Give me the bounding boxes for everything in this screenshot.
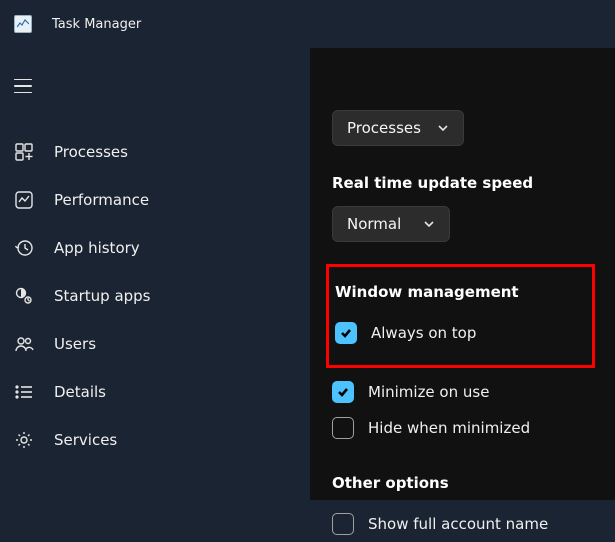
window-management-heading: Window management [335,283,582,301]
startup-apps-icon [14,286,34,306]
other-options-heading: Other options [332,474,591,492]
option-label: Hide when minimized [368,419,530,437]
performance-icon [14,190,34,210]
details-icon [14,382,34,402]
processes-icon [14,142,34,162]
nav-label: App history [54,239,140,257]
highlight-annotation: Window management Always on top [326,264,595,368]
dropdown-value: Normal [347,215,401,233]
users-icon [14,334,34,354]
nav-item-performance[interactable]: Performance [0,176,310,224]
task-manager-icon [14,15,32,33]
chevron-down-icon [423,220,435,228]
option-label: Show full account name [368,515,548,533]
nav-item-services[interactable]: Services [0,416,310,464]
hamburger-menu-button[interactable] [0,66,44,106]
settings-panel: Processes Real time update speed Normal … [310,48,615,500]
nav-label: Processes [54,143,128,161]
nav-item-details[interactable]: Details [0,368,310,416]
show-full-account-option[interactable]: Show full account name [332,506,591,542]
chevron-down-icon [437,124,449,132]
checkbox-checked-icon [335,322,357,344]
nav-item-app-history[interactable]: App history [0,224,310,272]
nav-item-processes[interactable]: Processes [0,128,310,176]
default-page-dropdown[interactable]: Processes [332,110,464,146]
app-title: Task Manager [52,17,141,32]
hide-when-minimized-option[interactable]: Hide when minimized [332,410,591,446]
nav-label: Performance [54,191,149,209]
services-icon [14,430,34,450]
checkbox-unchecked-icon [332,417,354,439]
nav-label: Startup apps [54,287,151,305]
checkbox-unchecked-icon [332,513,354,535]
sidebar: Processes Performance App history Startu… [0,48,310,500]
nav-label: Services [54,431,117,449]
dropdown-value: Processes [347,119,421,137]
option-label: Minimize on use [368,383,489,401]
update-speed-dropdown[interactable]: Normal [332,206,450,242]
option-label: Always on top [371,324,476,342]
nav-label: Users [54,335,96,353]
always-on-top-option[interactable]: Always on top [335,315,582,351]
update-speed-heading: Real time update speed [332,174,591,192]
app-history-icon [14,238,34,258]
nav-label: Details [54,383,106,401]
checkbox-checked-icon [332,381,354,403]
minimize-on-use-option[interactable]: Minimize on use [332,374,591,410]
nav-item-startup-apps[interactable]: Startup apps [0,272,310,320]
titlebar: Task Manager [0,0,615,48]
nav-item-users[interactable]: Users [0,320,310,368]
